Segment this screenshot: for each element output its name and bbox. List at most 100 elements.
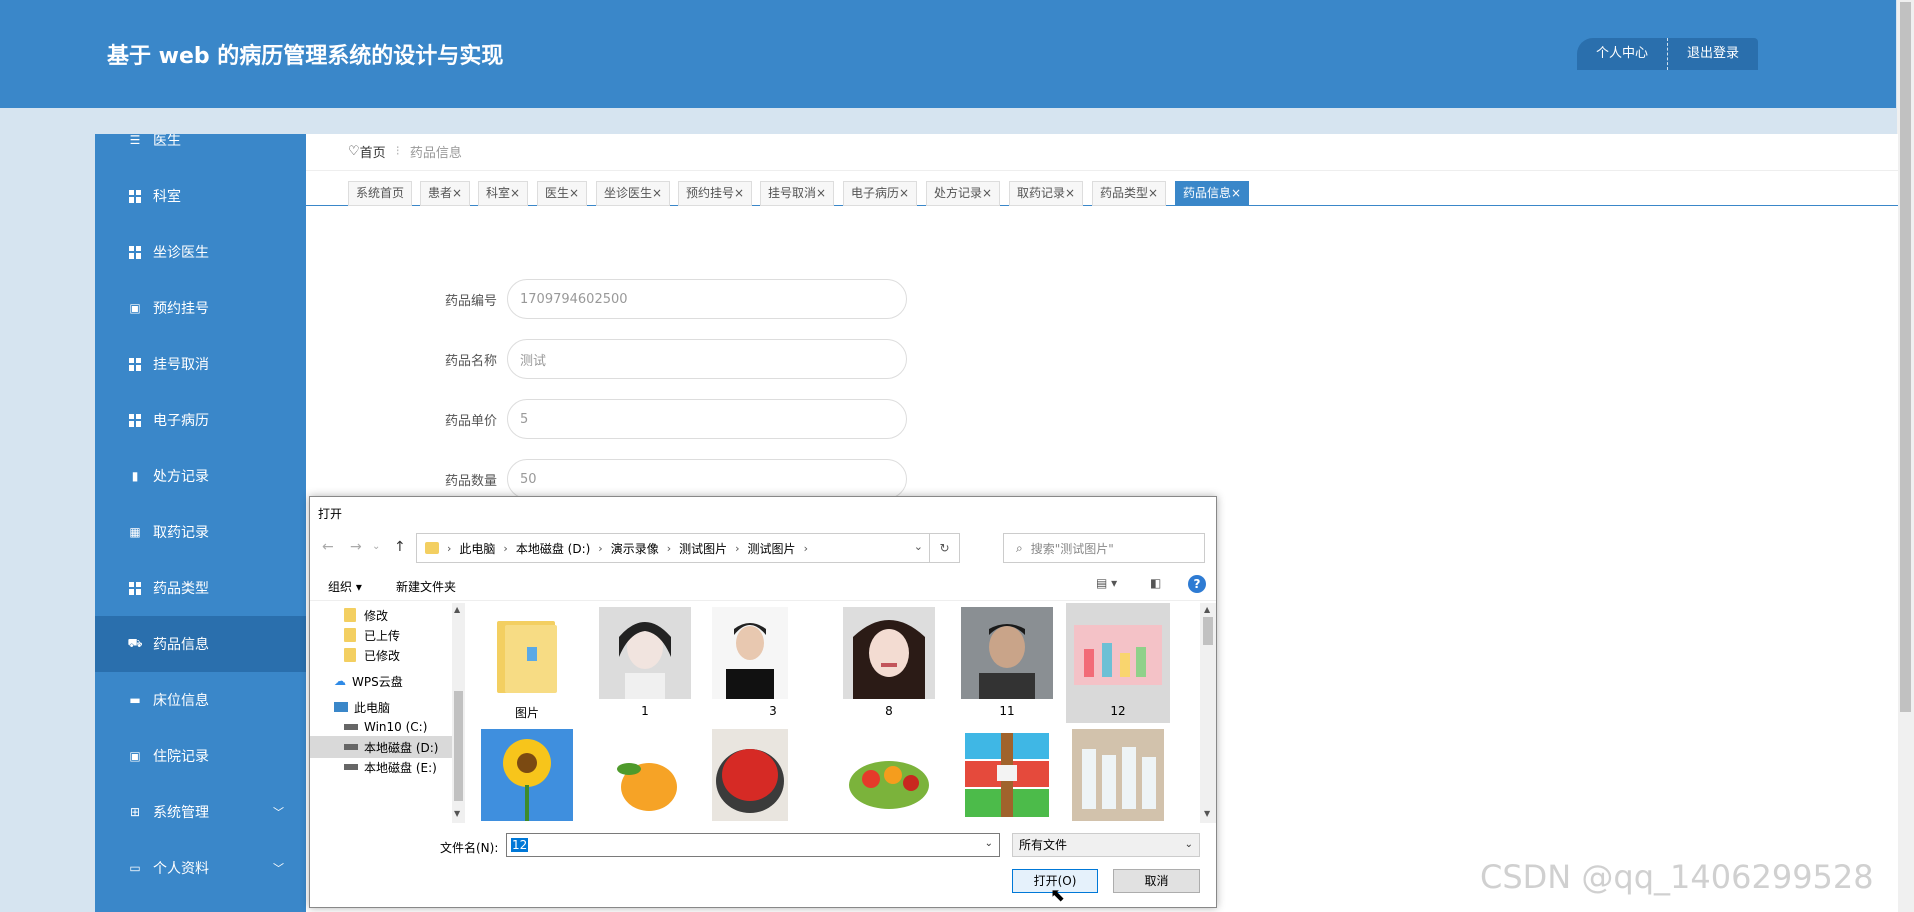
recent-dropdown-icon[interactable]: ⌄ xyxy=(372,541,380,552)
path-crumb[interactable]: 测试图片 xyxy=(679,540,727,557)
scroll-up-icon[interactable]: ▲ xyxy=(454,605,460,614)
sidebar-item-appointment[interactable]: ▣ 预约挂号 xyxy=(95,280,306,336)
close-icon[interactable]: × xyxy=(1148,186,1158,200)
new-folder-button[interactable]: 新建文件夹 xyxy=(396,578,456,595)
tab-prescription[interactable]: 处方记录× xyxy=(926,181,1001,206)
view-options-icon[interactable]: ▤ ▾ xyxy=(1096,576,1117,590)
search-input[interactable]: ⌕ 搜索"测试图片" xyxy=(1003,533,1205,563)
tab-drug-info[interactable]: 药品信息× xyxy=(1175,181,1250,206)
back-arrow-icon[interactable]: ← xyxy=(322,539,334,555)
drug-code-input[interactable] xyxy=(507,279,907,319)
sidebar-item-system[interactable]: ⊞ 系统管理 ﹀ xyxy=(95,784,306,840)
tab-dispense[interactable]: 取药记录× xyxy=(1009,181,1084,206)
sidebar-item-department[interactable]: 科室 xyxy=(95,168,306,224)
file-item-image[interactable] xyxy=(1066,725,1170,823)
drug-name-input[interactable] xyxy=(507,339,907,379)
close-icon[interactable]: × xyxy=(899,186,909,200)
path-crumb[interactable]: 测试图片 xyxy=(748,540,796,557)
nav-item-cloud[interactable]: ☁ WPS云盘 xyxy=(334,670,403,692)
nav-item-drive[interactable]: Win10 (C:) xyxy=(344,716,427,738)
file-name: 8 xyxy=(885,704,893,718)
forward-arrow-icon[interactable]: → xyxy=(350,539,362,555)
close-icon[interactable]: × xyxy=(510,186,520,200)
file-item-folder[interactable]: 图片 xyxy=(470,603,574,723)
sidebar-item-prescription[interactable]: ▮ 处方记录 xyxy=(95,448,306,504)
sidebar-item-label: 预约挂号 xyxy=(153,301,209,317)
file-item-image[interactable]: 11 xyxy=(950,603,1054,723)
sidebar-item-cancel-registration[interactable]: 挂号取消 xyxy=(95,336,306,392)
refresh-icon[interactable]: ↻ xyxy=(929,534,959,562)
close-icon[interactable]: × xyxy=(982,186,992,200)
file-item-image[interactable] xyxy=(712,725,820,823)
sidebar-item-profile[interactable]: ▭ 个人资料 ﹀ xyxy=(95,840,306,896)
tab-medical-record[interactable]: 电子病历× xyxy=(843,181,918,206)
sidebar-item-bed[interactable]: ▬ 床位信息 xyxy=(95,672,306,728)
file-list-scrollbar[interactable]: ▲ ▼ xyxy=(1200,603,1216,823)
path-crumb[interactable]: 演示录像 xyxy=(611,540,659,557)
path-crumb[interactable]: 此电脑 xyxy=(459,540,495,557)
address-bar[interactable]: › 此电脑 › 本地磁盘 (D:) › 演示录像 › 测试图片 › 测试图片 ›… xyxy=(416,533,960,563)
scroll-down-icon[interactable]: ▼ xyxy=(454,809,460,818)
close-icon[interactable]: × xyxy=(1065,186,1075,200)
drug-quantity-input[interactable] xyxy=(507,459,907,499)
file-item-image[interactable] xyxy=(470,725,574,823)
tab-patient[interactable]: 患者× xyxy=(420,181,471,206)
nav-item-folder[interactable]: 已修改 xyxy=(344,644,400,666)
file-item-image[interactable]: 8 xyxy=(832,603,936,723)
file-item-image-selected[interactable]: 12 xyxy=(1066,603,1170,723)
tab-home[interactable]: 系统首页 xyxy=(348,181,413,206)
nav-scrollbar[interactable]: ▲ ▼ xyxy=(452,603,465,823)
nav-item-this-pc[interactable]: 此电脑 xyxy=(334,696,390,718)
drug-price-input[interactable] xyxy=(507,399,907,439)
file-item-image[interactable]: 3 xyxy=(712,603,820,723)
breadcrumb-home[interactable]: 首页 xyxy=(360,142,386,161)
tab-department[interactable]: 科室× xyxy=(478,181,529,206)
close-icon[interactable]: × xyxy=(816,186,826,200)
scroll-up-icon[interactable]: ▲ xyxy=(1204,605,1210,614)
page-scrollbar-thumb[interactable] xyxy=(1900,2,1911,712)
page-scrollbar[interactable] xyxy=(1897,0,1914,912)
filename-input[interactable]: 12 ⌄ xyxy=(506,833,1000,857)
tab-doctor[interactable]: 医生× xyxy=(537,181,588,206)
file-item-image[interactable] xyxy=(588,725,692,823)
close-icon[interactable]: × xyxy=(652,186,662,200)
file-list-scrollbar-thumb[interactable] xyxy=(1203,617,1213,645)
nav-item-drive[interactable]: 本地磁盘 (E:) xyxy=(344,756,437,778)
preview-pane-icon[interactable]: ◧ xyxy=(1150,576,1161,590)
sidebar-item-medical-record[interactable]: 电子病历 xyxy=(95,392,306,448)
sidebar-item-drug-type[interactable]: 药品类型 xyxy=(95,560,306,616)
file-item-image[interactable] xyxy=(950,725,1054,823)
tab-appointment[interactable]: 预约挂号× xyxy=(678,181,753,206)
sidebar-item-hospitalization[interactable]: ▣ 住院记录 xyxy=(95,728,306,784)
tab-cancel-registration[interactable]: 挂号取消× xyxy=(760,181,835,206)
close-icon[interactable]: × xyxy=(734,186,744,200)
scroll-down-icon[interactable]: ▼ xyxy=(1204,809,1210,818)
sidebar-item-clinic-doctor[interactable]: 坐诊医生 xyxy=(95,224,306,280)
path-crumb[interactable]: 本地磁盘 (D:) xyxy=(516,540,590,557)
help-icon[interactable]: ? xyxy=(1188,575,1206,593)
chevron-down-icon[interactable]: ⌄ xyxy=(914,540,923,553)
nav-item-label: 此电脑 xyxy=(354,700,391,715)
tab-drug-type[interactable]: 药品类型× xyxy=(1092,181,1167,206)
nav-item-folder[interactable]: 已上传 xyxy=(344,624,400,646)
sidebar-item-dispense[interactable]: ▦ 取药记录 xyxy=(95,504,306,560)
close-icon[interactable]: × xyxy=(452,186,462,200)
up-arrow-icon[interactable]: ↑ xyxy=(394,539,406,555)
logout-button[interactable]: 退出登录 xyxy=(1668,38,1759,70)
cancel-button[interactable]: 取消 xyxy=(1113,869,1200,893)
profile-center-button[interactable]: 个人中心 xyxy=(1577,38,1669,70)
nav-item-folder[interactable]: 修改 xyxy=(344,604,388,626)
file-item-image[interactable]: 1 xyxy=(588,603,692,723)
tab-clinic-doctor[interactable]: 坐诊医生× xyxy=(596,181,671,206)
close-icon[interactable]: × xyxy=(1231,186,1241,200)
nav-scrollbar-thumb[interactable] xyxy=(454,691,463,801)
sidebar-item-drug-info[interactable]: ⛟ 药品信息 xyxy=(95,616,306,672)
filetype-select[interactable]: 所有文件 ⌄ xyxy=(1012,833,1200,857)
organize-button[interactable]: 组织 ▾ xyxy=(328,578,362,595)
nav-item-drive[interactable]: 本地磁盘 (D:) xyxy=(310,736,452,758)
close-icon[interactable]: × xyxy=(569,186,579,200)
sidebar-item-doctor[interactable]: ☰ 医生 xyxy=(95,134,306,168)
file-item-image[interactable] xyxy=(832,725,936,823)
chevron-down-icon[interactable]: ⌄ xyxy=(985,838,993,849)
field-label: 药品编号 xyxy=(444,293,497,309)
